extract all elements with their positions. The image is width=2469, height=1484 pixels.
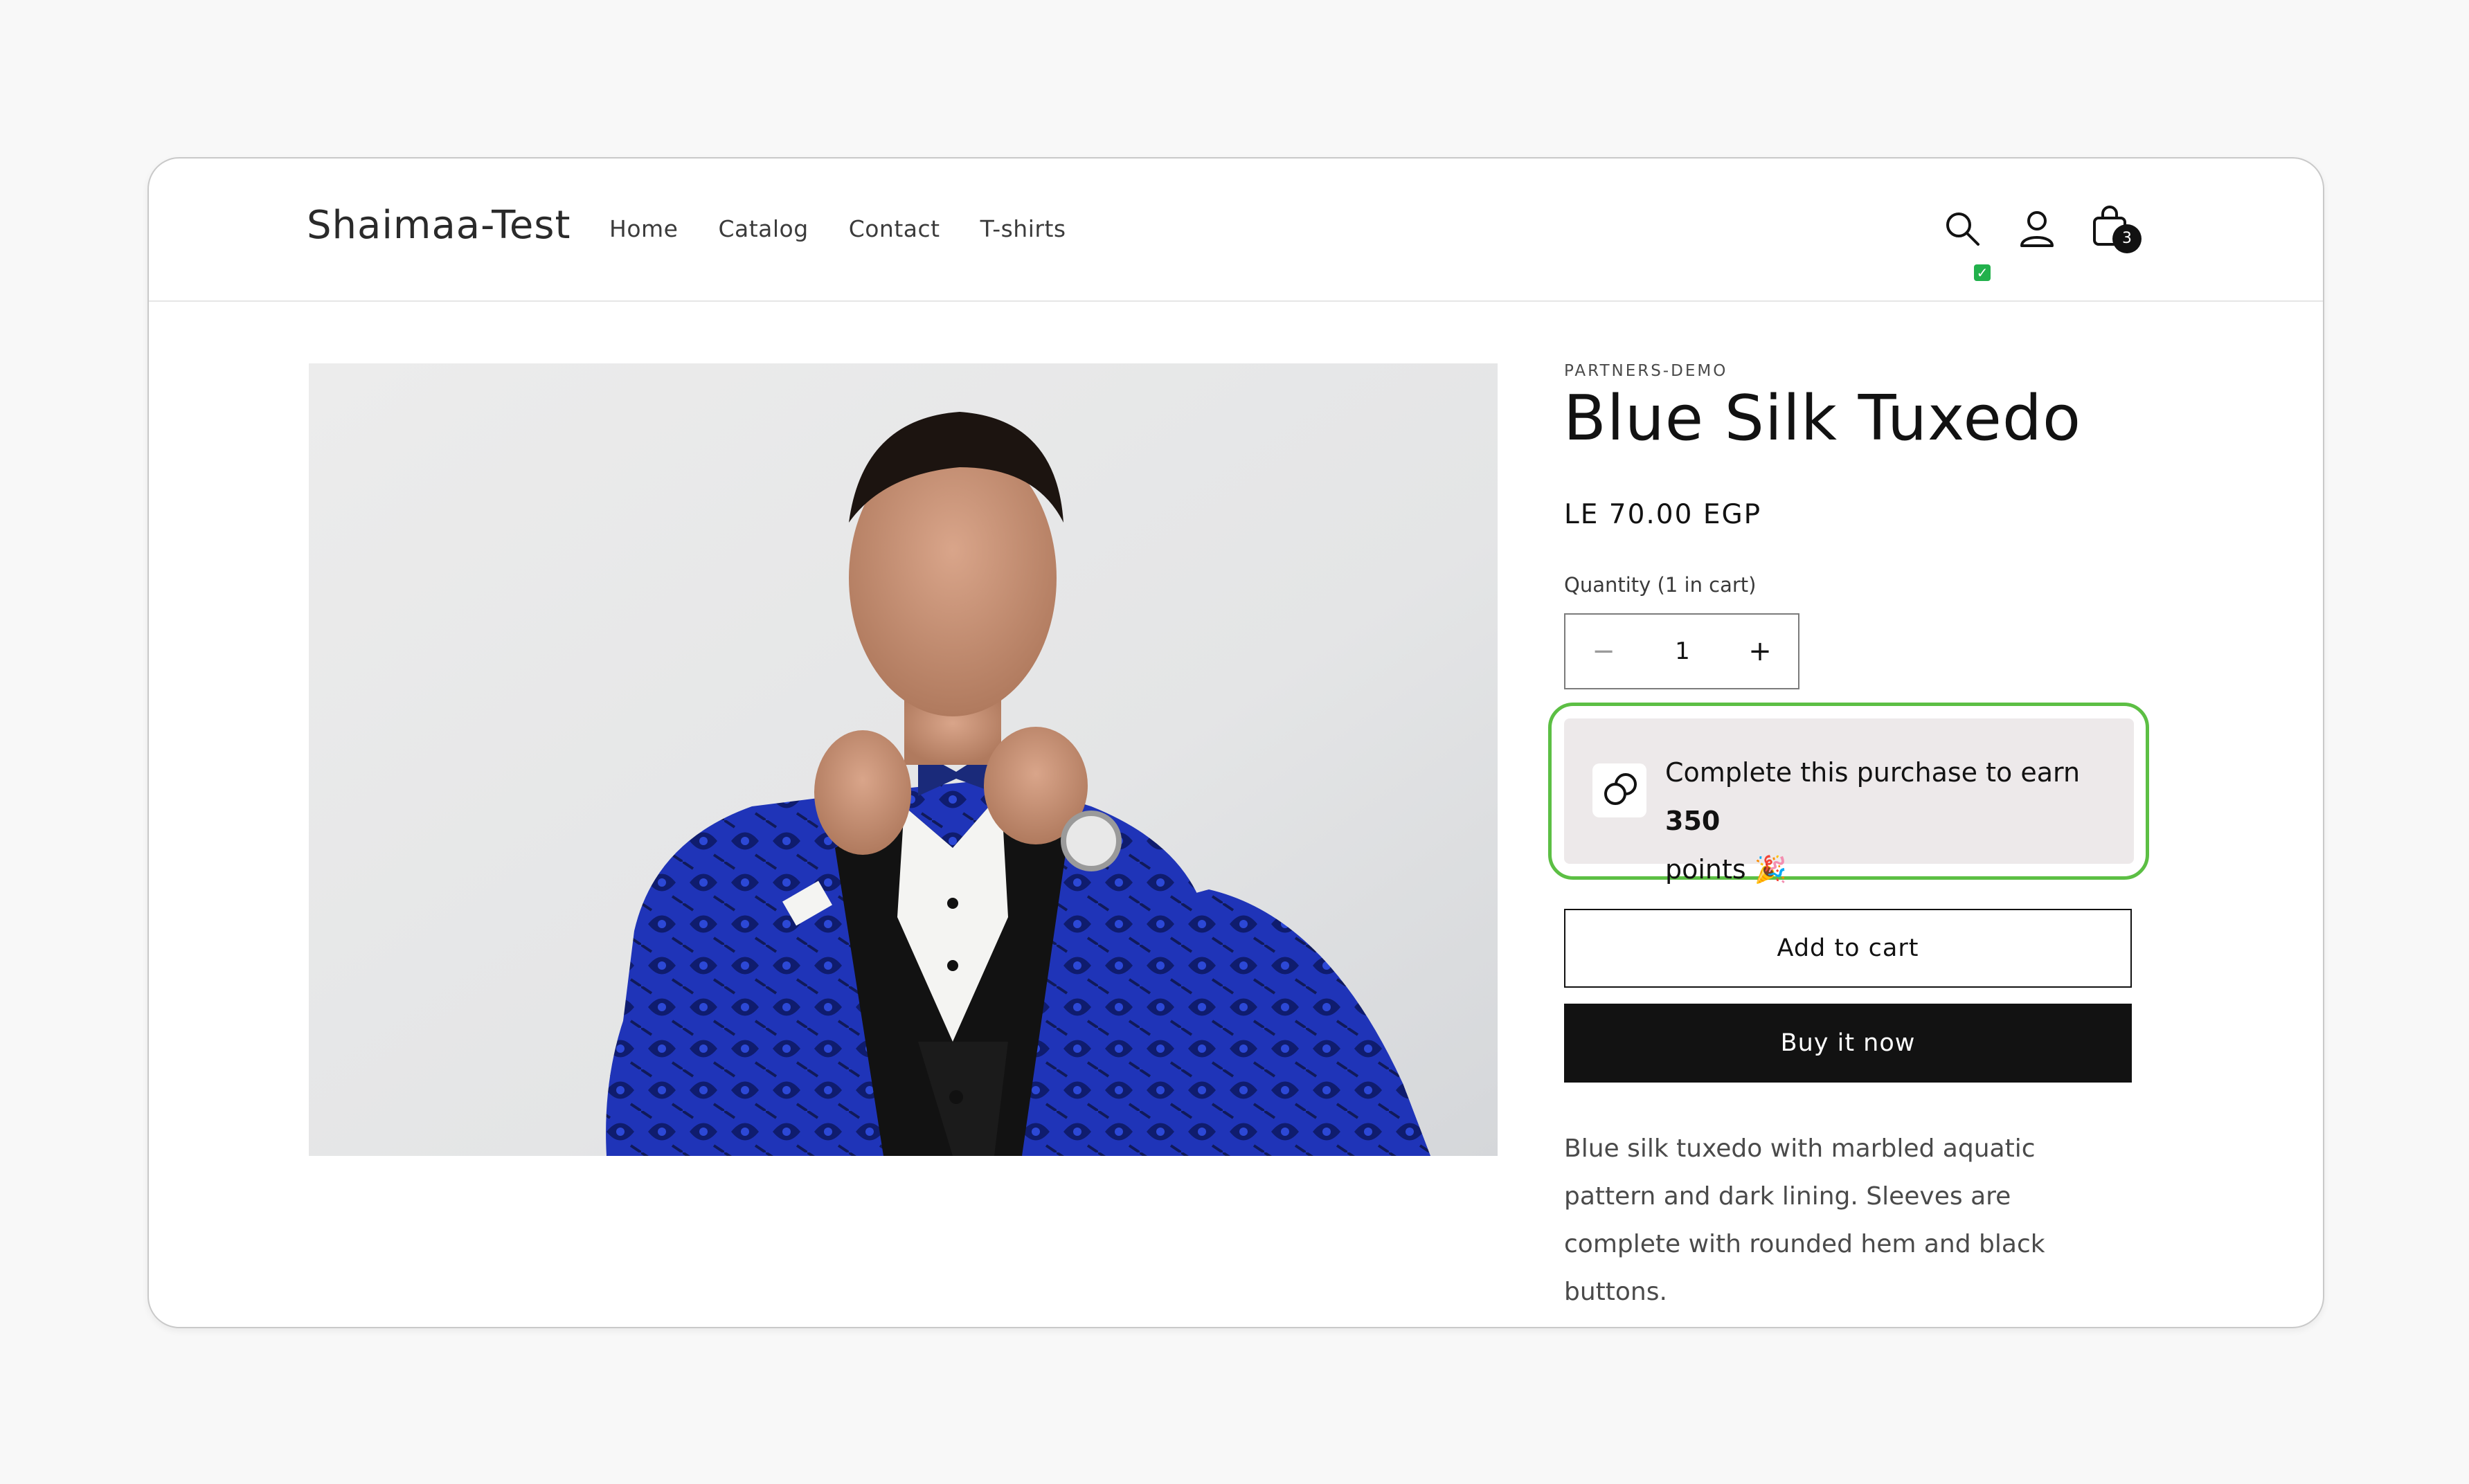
buy-now-button[interactable]: Buy it now — [1564, 1004, 2132, 1083]
add-to-cart-button[interactable]: Add to cart — [1564, 909, 2132, 988]
nav-home[interactable]: Home — [609, 215, 678, 242]
nav-catalog[interactable]: Catalog — [718, 215, 808, 242]
party-emoji-icon: 🎉 — [1754, 854, 1788, 885]
product-price: LE 70.00 EGP — [1564, 499, 1762, 530]
cart-count-badge: 3 — [2112, 224, 2142, 253]
search-icon[interactable] — [1943, 210, 1981, 247]
account-icon[interactable] — [2018, 210, 2056, 248]
quantity-label: Quantity (1 in cart) — [1564, 573, 1757, 597]
quantity-stepper: − 1 + — [1564, 613, 1799, 689]
coins-icon — [1592, 763, 1646, 817]
product-image[interactable] — [309, 363, 1498, 1156]
site-header: Shaimaa-Test Home Catalog Contact T-shir… — [149, 159, 2323, 302]
quantity-increase-button[interactable]: + — [1722, 615, 1798, 688]
reward-text-after: points — [1665, 854, 1746, 885]
status-check-icon: ✓ — [1974, 264, 1991, 281]
quantity-input[interactable]: 1 — [1642, 615, 1723, 688]
nav-contact[interactable]: Contact — [849, 215, 940, 242]
product-title: Blue Silk Tuxedo — [1563, 382, 2082, 455]
product-vendor-label: PARTNERS-DEMO — [1564, 362, 1728, 380]
reward-message: Complete this purchase to earn 350 point… — [1665, 748, 2122, 894]
product-description: Blue silk tuxedo with marbled aquatic pa… — [1564, 1134, 2045, 1306]
reward-points: 350 — [1665, 806, 1721, 836]
store-logo[interactable]: Shaimaa-Test — [307, 203, 571, 248]
reward-text-before: Complete this purchase to earn — [1665, 757, 2081, 788]
quantity-decrease-button[interactable]: − — [1565, 615, 1642, 688]
nav-tshirts[interactable]: T-shirts — [980, 215, 1066, 242]
main-nav: Home Catalog Contact T-shirts — [609, 215, 1106, 242]
